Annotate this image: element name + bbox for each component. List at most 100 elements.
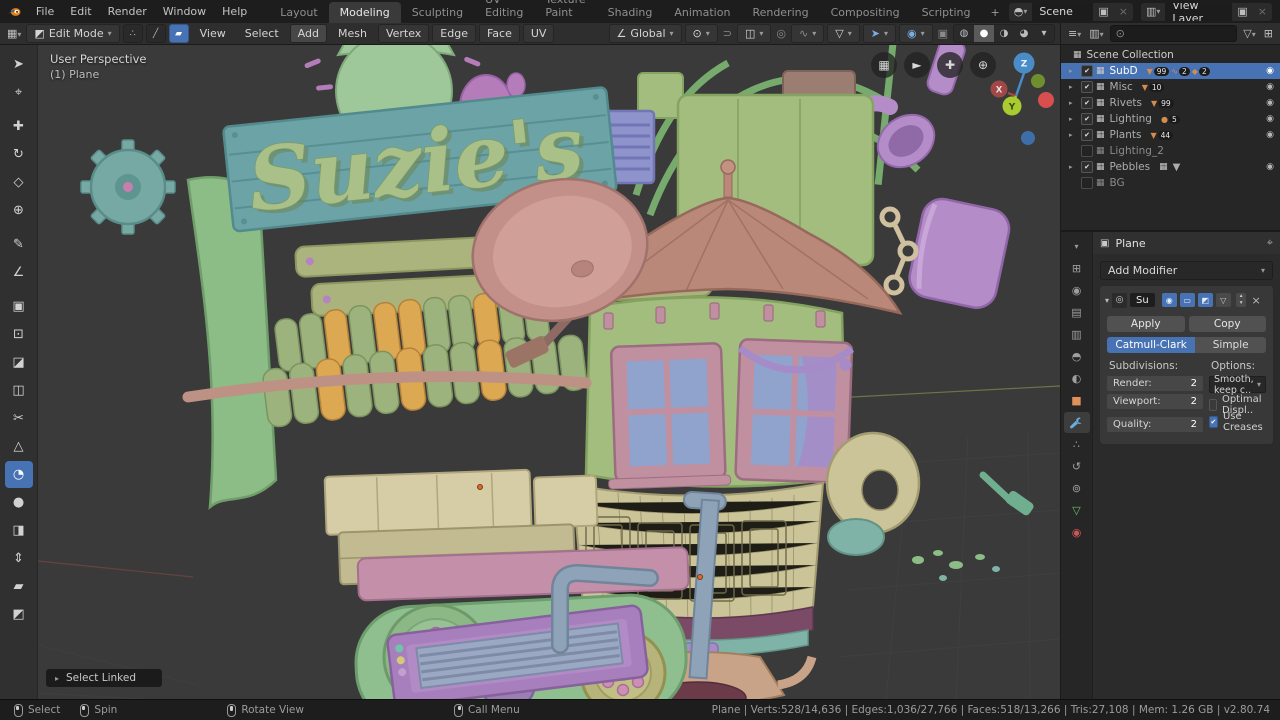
eye-icon[interactable]: ◉ [1266,66,1274,76]
snap-target-dropdown[interactable]: ◫ ▾ [736,24,772,43]
outliner-editor-selector[interactable]: ≡▾ [1066,27,1083,40]
eye-icon[interactable]: ◉ [1266,130,1274,140]
3d-viewport[interactable]: Suzie's Suzie's User Perspective (1) Pla… [38,45,1060,700]
tool-spin[interactable]: ◔ [4,461,33,488]
collection-checkbox[interactable]: ✔ [1081,65,1093,77]
tool-rotate[interactable]: ↻ [5,141,33,168]
menu-help[interactable]: Help [214,2,255,21]
menu-add[interactable]: Add [289,24,327,43]
overlays-toggle-dropdown[interactable]: ◉ ▾ [898,24,933,43]
tool-edge-slide[interactable]: ◨ [5,517,33,544]
collection-checkbox[interactable]: ✔ [1081,113,1093,125]
tab-material[interactable]: ◉ [1064,522,1090,543]
viewport-toggle[interactable]: ▭ [1179,293,1195,307]
tab-modifiers[interactable] [1063,412,1090,433]
breadcrumb-object-name[interactable]: Plane [1115,237,1145,250]
remove-modifier-button[interactable]: × [1251,294,1260,307]
gizmo-y-neg[interactable] [1031,74,1045,88]
outliner-row-rivets[interactable]: ▸ ✔ ▦ Rivets ▼ 99 ◉ [1061,95,1280,111]
shading-dropdown[interactable]: ▾ [1034,25,1054,42]
tool-annotate[interactable]: ✎ [5,231,33,258]
tab-output[interactable]: ▤ [1064,302,1090,323]
menu-select[interactable]: Select [237,24,287,43]
tab-constraints[interactable]: ⊚ [1064,478,1090,499]
menu-window[interactable]: Window [155,2,214,21]
tool-loop-cut[interactable]: ◫ [5,377,33,404]
edge-select-button[interactable]: ╱ [145,24,166,43]
outliner-display-mode-dropdown[interactable]: ▥▾ [1087,27,1105,40]
tab-object[interactable]: ■ [1064,390,1090,411]
tab-layout[interactable]: Layout [269,2,328,23]
outliner-filter-dropdown[interactable]: ▽▾ [1241,27,1257,40]
tool-smooth[interactable]: ● [5,489,33,516]
tool-select-box[interactable]: ➤ [5,51,33,78]
gizmo-x-neg[interactable] [1038,92,1054,108]
menu-edge[interactable]: Edge [432,24,476,43]
quality-field[interactable]: Quality: 2 [1107,417,1203,432]
eye-icon[interactable]: ◉ [1266,98,1274,108]
tool-move[interactable]: ✚ [5,113,33,140]
tool-shear[interactable]: ▰ [5,573,33,600]
tool-shrink-fatten[interactable]: ⇕ [5,545,33,572]
tool-transform[interactable]: ⊕ [5,197,33,224]
tool-bevel[interactable]: ◪ [5,349,33,376]
xray-toggle[interactable]: ▣ [936,27,950,40]
collapse-icon[interactable]: ▾ [1105,296,1109,305]
render-toggle[interactable]: ◉ [1161,293,1177,307]
collection-checkbox[interactable]: ✔ [1081,81,1093,93]
orthographic-toggle-button[interactable]: ▦ [871,52,897,78]
outliner-row-lighting-2[interactable]: ▦ Lighting_2 [1061,143,1280,159]
tab-physics[interactable]: ↺ [1064,456,1090,477]
add-workspace-button[interactable]: + [981,2,1008,23]
tab-texture-paint[interactable]: Texture Paint [534,0,596,23]
outliner-row-pebbles[interactable]: ▸ ✔ ▦ Pebbles ▦ ▼ ◉ [1061,159,1280,175]
collection-checkbox[interactable] [1081,145,1093,157]
menu-edit[interactable]: Edit [62,2,99,21]
tab-modeling[interactable]: Modeling [328,2,401,23]
copy-button[interactable]: Copy [1188,316,1266,332]
outliner-row-lighting[interactable]: ▸ ✔ ▦ Lighting ● 5 ◉ [1061,111,1280,127]
tab-view-layer[interactable]: ▥ [1064,324,1090,345]
navigation-gizmo[interactable]: Z X Y [972,49,1058,151]
menu-face[interactable]: Face [478,24,520,43]
move-modifier-buttons[interactable]: ▴ ▾ [1235,293,1247,307]
tool-knife[interactable]: ✂ [5,405,33,432]
menu-render[interactable]: Render [100,2,155,21]
editmode-toggle[interactable]: ◩ [1197,293,1213,307]
outliner-row-bg[interactable]: ▦ BG [1061,175,1280,191]
tab-scripting[interactable]: Scripting [911,2,982,23]
vertex-select-button[interactable]: ∴ [122,24,143,43]
orientation-dropdown[interactable]: ∠ Global ▾ [608,24,682,43]
tab-scene[interactable]: ◓ [1064,346,1090,367]
pan-view-button[interactable]: ✚ [937,52,963,78]
shading-material-button[interactable]: ◑ [994,25,1014,42]
tab-tool[interactable]: ⊞ [1064,258,1090,279]
menu-view[interactable]: View [192,24,234,43]
scene-icon[interactable]: ◓ ▾ [1008,2,1033,21]
collection-checkbox[interactable]: ✔ [1081,97,1093,109]
tab-shading[interactable]: Shading [597,2,664,23]
pivot-dropdown[interactable]: ⊙ ▾ [684,24,718,43]
pin-icon[interactable]: ⌖ [1267,236,1273,250]
face-select-button[interactable]: ▰ [168,24,189,43]
outliner-root[interactable]: ▦ Scene Collection [1061,47,1280,63]
tool-add-cube[interactable]: ▣ [5,293,33,320]
operator-panel[interactable]: ▸ Select Linked [46,669,162,687]
menu-mesh[interactable]: Mesh [330,24,375,43]
tool-rip-region[interactable]: ◩ [5,601,33,628]
camera-view-button[interactable]: ► [904,52,930,78]
properties-editor-selector[interactable]: ▾ [1064,236,1090,257]
tab-world[interactable]: ◐ [1064,368,1090,389]
tab-rendering[interactable]: Rendering [741,2,819,23]
remove-view-layer-icon[interactable]: × [1252,2,1273,21]
gizmo-z-neg[interactable] [1021,131,1035,145]
collection-checkbox[interactable]: ✔ [1081,129,1093,141]
catmull-clark-button[interactable]: Catmull-Clark [1107,337,1196,353]
menu-uv[interactable]: UV [522,24,555,43]
eye-icon[interactable]: ◉ [1266,82,1274,92]
menu-vertex[interactable]: Vertex [377,24,430,43]
menu-file[interactable]: File [28,2,62,21]
search-input[interactable] [1128,27,1203,40]
new-view-layer-icon[interactable]: ▣ [1232,2,1253,21]
eye-icon[interactable]: ◉ [1266,162,1274,172]
